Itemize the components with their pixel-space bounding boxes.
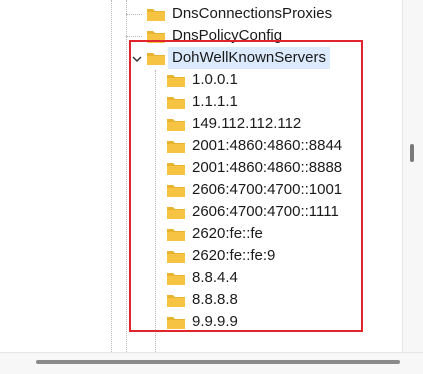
tree-node-label: 2001:4860:4860::8844	[192, 137, 343, 154]
tree-node-label: 9.9.9.9	[192, 313, 238, 330]
folder-icon	[167, 295, 185, 307]
tree-guide-line	[155, 70, 156, 352]
folder-icon	[167, 317, 185, 329]
tree-guide-line	[111, 0, 112, 352]
folder-icon	[167, 185, 185, 197]
tree-node-child[interactable]: 9.9.9.9	[166, 311, 238, 333]
folder-icon	[167, 119, 185, 131]
folder-icon	[167, 273, 185, 285]
tree-node-child[interactable]: 2001:4860:4860::8844	[166, 135, 342, 157]
tree-node-label: 149.112.112.112	[192, 115, 302, 132]
tree-guide-line	[126, 36, 142, 37]
tree-node-dnsconnectionsproxies[interactable]: DnsConnectionsProxies	[146, 3, 332, 25]
tree-node-child[interactable]: 2606:4700:4700::1001	[166, 179, 342, 201]
horizontal-scrollbar-thumb[interactable]	[36, 360, 400, 364]
folder-icon	[167, 141, 185, 153]
tree-node-label: DnsConnectionsProxies	[172, 5, 333, 22]
tree-node-label: 2620:fe::fe:9	[192, 247, 276, 264]
tree-node-label: 8.8.8.8	[192, 291, 238, 308]
folder-icon	[167, 97, 185, 109]
tree-node-child[interactable]: 2606:4700:4700::1111	[166, 201, 339, 223]
folder-icon	[147, 31, 165, 43]
horizontal-scrollbar[interactable]	[0, 352, 423, 374]
tree-node-dnspolicyconfig[interactable]: DnsPolicyConfig	[146, 25, 282, 47]
folder-icon	[167, 75, 185, 87]
folder-icon	[147, 53, 165, 65]
tree-node-child[interactable]: 1.0.0.1	[166, 69, 238, 91]
registry-key-tree: DnsConnectionsProxies DnsPolicyConfig Do…	[0, 0, 402, 352]
tree-node-dohwellknownservers[interactable]: DohWellKnownServers	[146, 47, 330, 69]
tree-node-label: DohWellKnownServers	[168, 47, 330, 69]
tree-node-child[interactable]: 2001:4860:4860::8888	[166, 157, 342, 179]
vertical-scrollbar[interactable]	[402, 0, 423, 352]
tree-node-label: 2606:4700:4700::1111	[192, 203, 339, 220]
tree-node-child[interactable]: 8.8.8.8	[166, 289, 238, 311]
tree-node-child[interactable]: 2620:fe::fe	[166, 223, 263, 245]
tree-node-label: DnsPolicyConfig	[172, 27, 283, 44]
tree-node-label: 8.8.4.4	[192, 269, 238, 286]
vertical-scrollbar-thumb[interactable]	[410, 144, 414, 162]
tree-node-child[interactable]: 8.8.4.4	[166, 267, 238, 289]
folder-icon	[167, 251, 185, 263]
tree-guide-line	[126, 0, 127, 352]
tree-node-child[interactable]: 149.112.112.112	[166, 113, 301, 135]
folder-icon	[167, 207, 185, 219]
folder-icon	[147, 9, 165, 21]
tree-guide-line	[126, 14, 142, 15]
folder-icon	[167, 229, 185, 241]
tree-node-child[interactable]: 1.1.1.1	[166, 91, 238, 113]
tree-node-label: 2606:4700:4700::1001	[192, 181, 343, 198]
tree-node-label: 1.0.0.1	[192, 71, 238, 88]
folder-icon	[167, 163, 185, 175]
tree-node-label: 2001:4860:4860::8888	[192, 159, 343, 176]
tree-node-child[interactable]: 2620:fe::fe:9	[166, 245, 275, 267]
chevron-down-icon[interactable]	[131, 53, 143, 65]
tree-node-label: 2620:fe::fe	[192, 225, 263, 242]
tree-node-label: 1.1.1.1	[192, 93, 238, 110]
